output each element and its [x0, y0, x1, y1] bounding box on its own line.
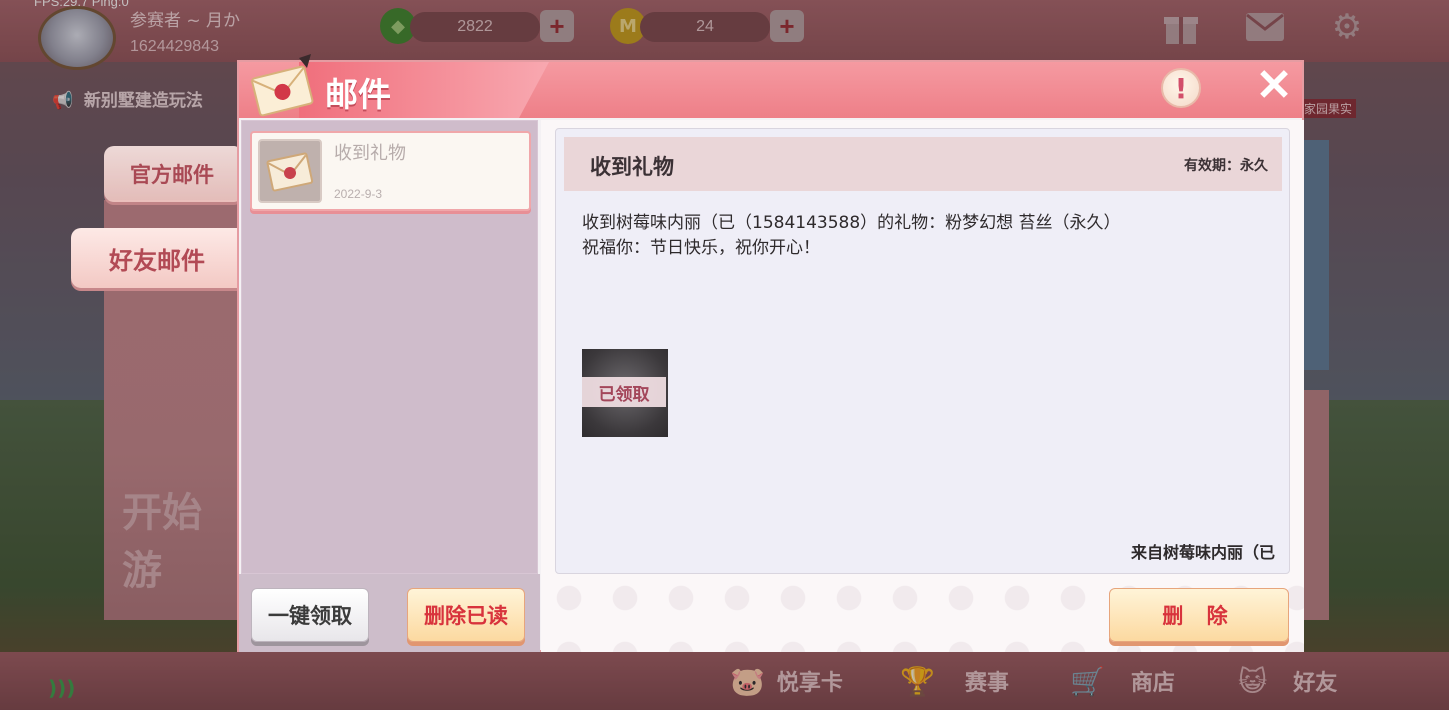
tab-friend-mail[interactable]: 好友邮件: [71, 228, 243, 288]
mail-subject: 收到礼物: [334, 143, 406, 164]
mail-dialog: 邮件 ! ✕ 收到礼物 2022-9-3 一键领取 删除已读 收到礼物 有效期：…: [237, 54, 1304, 652]
info-button[interactable]: !: [1161, 68, 1201, 108]
claim-all-button[interactable]: 一键领取: [251, 588, 369, 642]
mail-list[interactable]: 收到礼物 2022-9-3: [241, 120, 538, 574]
dialog-title: 邮件: [325, 75, 391, 114]
tab-official-mail[interactable]: 官方邮件: [104, 146, 240, 202]
attachment-item[interactable]: 已领取: [582, 349, 668, 437]
mail-body: 收到树莓味内丽（已（1584143588）的礼物：粉梦幻想 苔丝（永久） 祝福你…: [582, 211, 1121, 261]
mail-sender: 来自树莓味内丽（已: [1130, 543, 1275, 562]
mail-date: 2022-9-3: [334, 187, 383, 201]
delete-read-button[interactable]: 删除已读: [407, 588, 525, 642]
list-item[interactable]: 收到礼物 2022-9-3: [250, 131, 531, 211]
mail-detail-header: 收到礼物 有效期：永久: [564, 137, 1282, 191]
close-button[interactable]: ✕: [1251, 61, 1297, 110]
mail-detail-title: 收到礼物: [590, 155, 674, 179]
mail-content-pane: 收到礼物 有效期：永久 收到树莓味内丽（已（1584143588）的礼物：粉梦幻…: [541, 120, 1304, 652]
mail-detail-card: 收到礼物 有效期：永久 收到树莓味内丽（已（1584143588）的礼物：粉梦幻…: [555, 128, 1290, 574]
envelope-seal-icon: [247, 54, 317, 120]
dialog-header: 邮件 ! ✕: [239, 54, 1302, 118]
mail-body-line-2: 祝福你：节日快乐，祝你开心！: [582, 238, 820, 258]
mail-body-line-1: 收到树莓味内丽（已（1584143588）的礼物：粉梦幻想 苔丝（永久）: [582, 213, 1121, 233]
envelope-seal-icon: [258, 139, 322, 203]
mail-validity: 有效期：永久: [1184, 158, 1268, 174]
claimed-status-label: 已领取: [582, 377, 666, 407]
delete-button[interactable]: 删 除: [1109, 588, 1289, 642]
